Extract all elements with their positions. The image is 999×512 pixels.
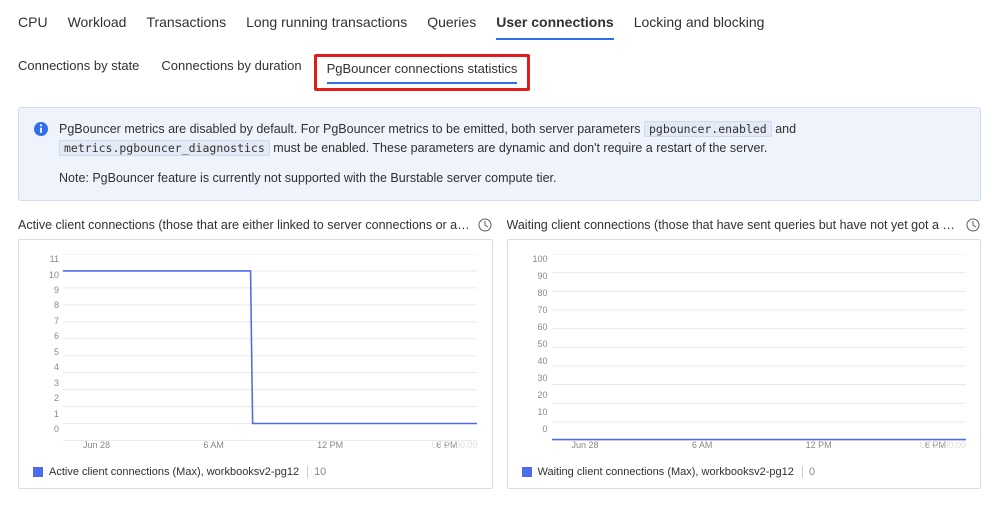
x-axis-ticks-right: Jun 286 AM12 PM6 PM: [552, 440, 967, 450]
pin-icon[interactable]: [477, 217, 493, 233]
chart-legend-left: Active client connections (Max), workboo…: [33, 466, 326, 478]
info-banner-text: PgBouncer metrics are disabled by defaul…: [59, 120, 966, 188]
chart-title-left: Active client connections (those that ar…: [18, 218, 471, 232]
pin-icon[interactable]: [965, 217, 981, 233]
chart-row: Active client connections (those that ar…: [0, 211, 999, 507]
secondary-tabs: Connections by state Connections by dura…: [0, 40, 999, 97]
tab-queries[interactable]: Queries: [427, 8, 476, 40]
utc-label-right: UTC+00:00: [920, 440, 966, 450]
primary-tabs: CPU Workload Transactions Long running t…: [0, 0, 999, 40]
tab-workload[interactable]: Workload: [68, 8, 127, 40]
x-axis-ticks-left: Jun 286 AM12 PM6 PM: [63, 440, 478, 450]
y-axis-ticks-left: 11109876543210: [29, 254, 59, 434]
banner-text-1: PgBouncer metrics are disabled by defaul…: [59, 122, 644, 136]
chart-active-client-connections: Active client connections (those that ar…: [18, 217, 493, 489]
banner-code-2: metrics.pgbouncer_diagnostics: [59, 140, 270, 156]
banner-code-1: pgbouncer.enabled: [644, 121, 772, 137]
tab-cpu[interactable]: CPU: [18, 8, 48, 40]
legend-series-right: Waiting client connections (Max), workbo…: [538, 466, 794, 478]
legend-series-left: Active client connections (Max), workboo…: [49, 466, 299, 478]
y-axis-ticks-right: 1009080706050403020100: [518, 254, 548, 434]
legend-value-right: 0: [802, 466, 815, 478]
chart-waiting-client-connections: Waiting client connections (those that h…: [507, 217, 982, 489]
tab-locking-and-blocking[interactable]: Locking and blocking: [634, 8, 765, 40]
chart-plot-left: [63, 254, 477, 441]
chart-title-right: Waiting client connections (those that h…: [507, 218, 960, 232]
highlight-box: PgBouncer connections statistics: [314, 54, 531, 91]
banner-text-2: and: [775, 122, 796, 136]
tab-long-running-transactions[interactable]: Long running transactions: [246, 8, 407, 40]
legend-swatch: [33, 467, 43, 477]
chart-legend-right: Waiting client connections (Max), workbo…: [522, 466, 816, 478]
banner-text-3: must be enabled. These parameters are dy…: [273, 141, 767, 155]
chart-plot-right: [552, 254, 966, 441]
info-icon: [33, 121, 49, 137]
tab-transactions[interactable]: Transactions: [146, 8, 226, 40]
banner-note: Note: PgBouncer feature is currently not…: [59, 169, 966, 188]
chart-card-right[interactable]: 1009080706050403020100 Jun 286 AM12 PM6 …: [507, 239, 982, 489]
utc-label-left: UTC+00:00: [431, 440, 477, 450]
subtab-pgbouncer-connections-statistics[interactable]: PgBouncer connections statistics: [327, 59, 518, 84]
legend-swatch: [522, 467, 532, 477]
subtab-connections-by-duration[interactable]: Connections by duration: [161, 56, 301, 87]
tab-user-connections[interactable]: User connections: [496, 8, 613, 40]
legend-value-left: 10: [307, 466, 326, 478]
chart-card-left[interactable]: 11109876543210 Jun 286 AM12 PM6 PM UTC+0…: [18, 239, 493, 489]
info-banner: PgBouncer metrics are disabled by defaul…: [18, 107, 981, 201]
subtab-connections-by-state[interactable]: Connections by state: [18, 56, 139, 87]
